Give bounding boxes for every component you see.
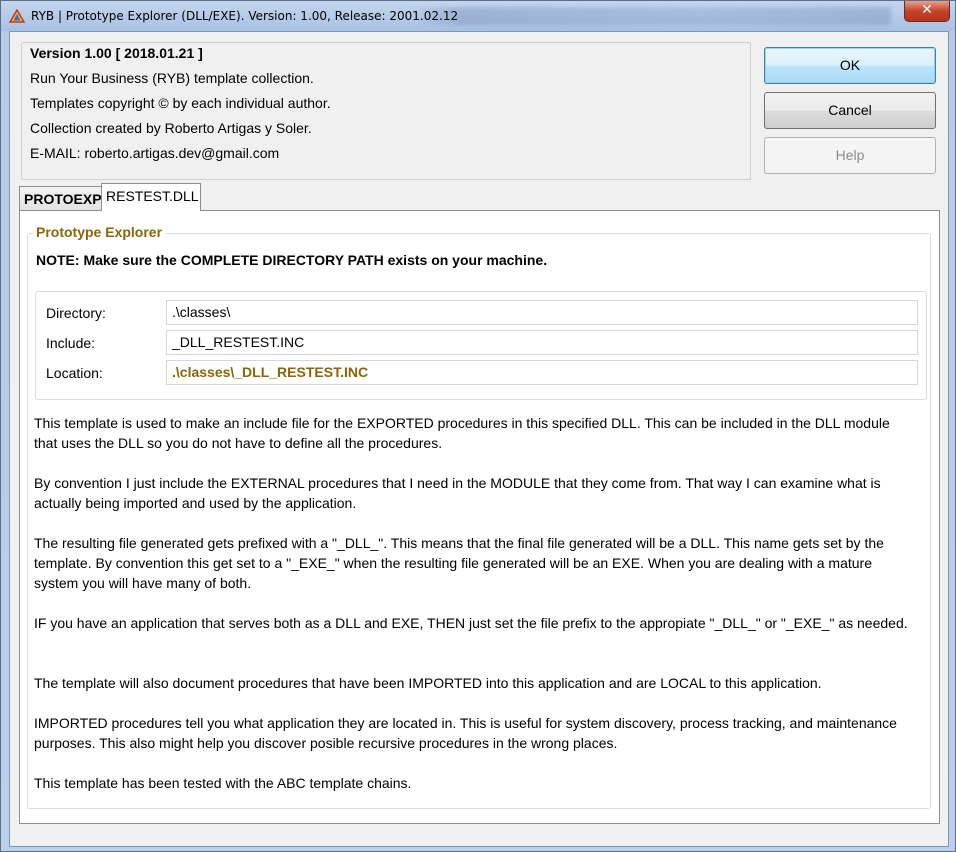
cancel-button[interactable]: Cancel [764, 92, 936, 129]
tab-panel-restest: Prototype Explorer NOTE: Make sure the C… [19, 210, 940, 824]
path-fields-box: Directory: .\classes\ Include: _DLL_REST… [35, 291, 927, 400]
help-button[interactable]: Help [764, 137, 936, 174]
include-label: Include: [46, 335, 96, 351]
description-paragraph: The resulting file generated gets prefix… [34, 535, 884, 591]
copyright-text: Templates copyright © by each individual… [30, 95, 331, 111]
dialog-client-area: Version 1.00 [ 2018.01.21 ] Run Your Bus… [9, 31, 949, 847]
directory-note: NOTE: Make sure the COMPLETE DIRECTORY P… [36, 252, 548, 268]
group-title: Prototype Explorer [32, 224, 167, 240]
location-field: .\classes\_DLL_RESTEST.INC [166, 360, 918, 385]
description-paragraph: IF you have an application that serves b… [34, 615, 908, 631]
version-text: Version 1.00 [ 2018.01.21 ] [30, 45, 203, 61]
directory-input[interactable]: .\classes\ [166, 300, 918, 325]
ok-button[interactable]: OK [764, 47, 936, 84]
collection-text: Run Your Business (RYB) template collect… [30, 70, 314, 86]
tab-restest-dll[interactable]: RESTEST.DLL [101, 183, 201, 211]
description-paragraph: This template is used to make an include… [34, 415, 890, 451]
include-input[interactable]: _DLL_RESTEST.INC [166, 330, 918, 355]
author-text: Collection created by Roberto Artigas y … [30, 120, 312, 136]
prototype-explorer-group: Prototype Explorer NOTE: Make sure the C… [27, 224, 931, 809]
description-paragraph: IMPORTED procedures tell you what applic… [34, 715, 897, 751]
location-label: Location: [46, 365, 103, 381]
description-paragraph: By convention I just include the EXTERNA… [34, 475, 881, 511]
description-paragraph: This template has been tested with the A… [34, 775, 412, 791]
directory-label: Directory: [46, 305, 106, 321]
background-taskbar-blur [411, 7, 891, 25]
app-triangle-icon [9, 9, 25, 23]
description-paragraph: The template will also document procedur… [34, 675, 822, 691]
window-title: RYB | Prototype Explorer (DLL/EXE). Vers… [31, 9, 459, 23]
title-bar[interactable]: RYB | Prototype Explorer (DLL/EXE). Vers… [1, 1, 955, 31]
tab-protoexp[interactable]: PROTOEXP [19, 186, 102, 211]
dialog-window: RYB | Prototype Explorer (DLL/EXE). Vers… [0, 0, 956, 852]
about-info-box: Version 1.00 [ 2018.01.21 ] Run Your Bus… [21, 42, 751, 180]
close-button[interactable]: ✕ [904, 1, 950, 22]
email-text: E-MAIL: roberto.artigas.dev@gmail.com [30, 145, 280, 161]
